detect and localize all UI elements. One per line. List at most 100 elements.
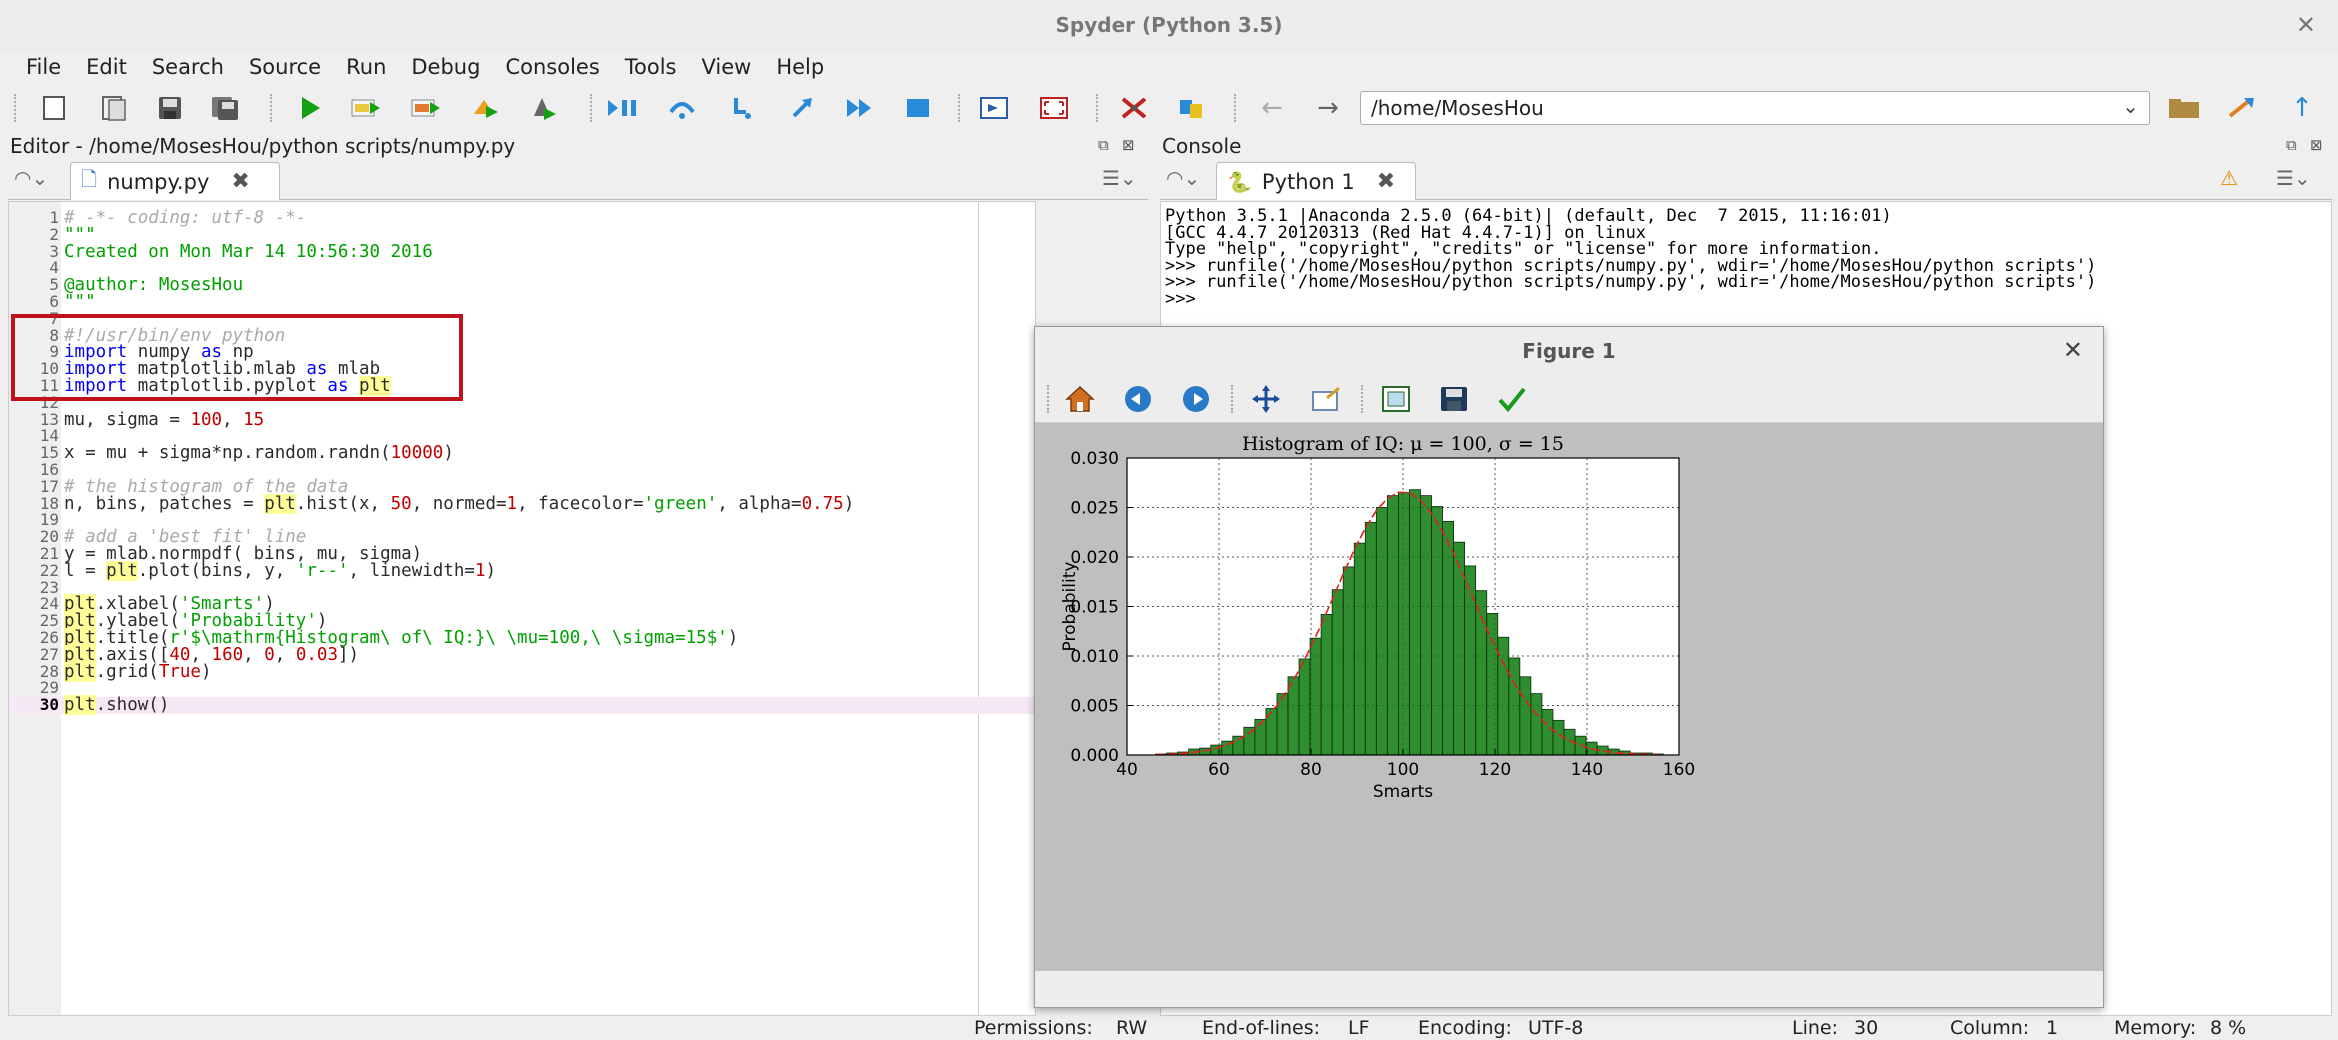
python-icon: 🐍 — [1227, 169, 1252, 194]
menu-view[interactable]: View — [702, 52, 752, 84]
menu-edit[interactable]: Edit — [86, 52, 127, 84]
histogram-bar — [1409, 489, 1421, 756]
set-console-dir-icon[interactable] — [2224, 90, 2260, 126]
permissions-value: RW — [1116, 1017, 1148, 1039]
tab-label: numpy.py — [107, 169, 210, 194]
save-all-icon[interactable] — [208, 90, 244, 126]
code-editor[interactable]: 1 # -*- coding: utf-8 -*- 2 """ 3 Created o… — [8, 201, 1036, 1016]
close-tab-icon[interactable]: ✖ — [1377, 169, 1395, 194]
forward-icon[interactable] — [1179, 383, 1213, 415]
close-icon[interactable]: ✕ — [2063, 336, 2083, 364]
step-into-icon[interactable] — [724, 90, 760, 126]
step-icon[interactable] — [664, 90, 700, 126]
menu-run[interactable]: Run — [346, 52, 386, 84]
figure-window[interactable]: Figure 1 ✕ 40 60 80 100 120 140 160 0.000 0.005 0… — [1034, 326, 2104, 1008]
python-path-icon[interactable] — [1174, 90, 1210, 126]
code-line: 1 # -*- coding: utf-8 -*- — [49, 208, 307, 228]
run-cell-icon[interactable] — [348, 90, 384, 126]
histogram-bar — [1353, 542, 1366, 756]
browse-folder-icon[interactable] — [2166, 90, 2202, 126]
new-file-icon[interactable] — [36, 90, 72, 126]
fullscreen-icon[interactable] — [1036, 90, 1072, 126]
close-pane-icon[interactable]: ⊠ — [2310, 136, 2323, 154]
tab-label: Python 1 — [1261, 169, 1355, 194]
highlight-box — [11, 314, 463, 401]
code-area[interactable]: 1 # -*- coding: utf-8 -*- 2 """ 3 Created o… — [9, 208, 1035, 716]
configure-subplots-icon[interactable] — [1379, 383, 1413, 415]
figure-title-bar[interactable]: Figure 1 ✕ — [1035, 327, 2103, 373]
menu-consoles[interactable]: Consoles — [505, 52, 599, 84]
figure-status-area — [1035, 971, 2103, 1007]
console-output: Python 3.5.1 |Anaconda 2.5.0 (64-bit)| (… — [1165, 208, 2096, 307]
browse-tabs-icon[interactable]: ◠⌄ — [1166, 166, 1200, 190]
histogram-bar — [1298, 658, 1311, 756]
options-menu-icon[interactable]: ☰⌄ — [1102, 166, 1137, 190]
spyder-window: Spyder (Python 3.5) ✕ File Edit Search S… — [0, 0, 2338, 1040]
open-file-icon[interactable] — [96, 90, 132, 126]
toolbar-separator — [1234, 94, 1236, 122]
chart-title: Histogram of IQ: μ = 100, σ = 15 — [1242, 433, 1564, 455]
working-directory-combo[interactable]: /home/MosesHou ⌄ — [1360, 91, 2150, 125]
close-icon[interactable]: ✕ — [2296, 11, 2316, 39]
chevron-down-icon[interactable]: ⌄ — [2122, 94, 2139, 118]
code-line-current: 30 plt.show() — [9, 695, 1035, 716]
back-icon[interactable] — [1121, 383, 1155, 415]
y-tick-label: 0.005 — [1070, 697, 1119, 717]
figure-canvas[interactable]: 40 60 80 100 120 140 160 0.000 0.005 0.010 0.015 0.… — [1035, 423, 2103, 971]
histogram-bar — [1552, 719, 1565, 756]
menu-help[interactable]: Help — [776, 52, 824, 84]
close-pane-icon[interactable]: ⊠ — [1122, 136, 1135, 154]
step-return-icon[interactable] — [784, 90, 820, 126]
toolbar-separator — [1047, 385, 1049, 413]
undock-icon[interactable]: ⧉ — [2286, 136, 2297, 154]
forward-arrow-icon[interactable]: → — [1310, 90, 1346, 126]
histogram-bar — [1442, 520, 1454, 756]
tab-python-1[interactable]: 🐍 Python 1 ✖ — [1216, 162, 1416, 200]
run-icon[interactable] — [292, 90, 328, 126]
preferences-icon[interactable] — [1116, 90, 1152, 126]
continue-icon[interactable] — [842, 90, 878, 126]
stop-debug-icon[interactable] — [900, 90, 936, 126]
encoding-value: UTF-8 — [1528, 1017, 1584, 1039]
y-tick-label: 0.030 — [1070, 449, 1119, 469]
rerun-icon[interactable] — [526, 90, 562, 126]
home-icon[interactable] — [1063, 383, 1097, 415]
save-figure-icon[interactable] — [1437, 383, 1471, 415]
code-line: 15 x = mu + sigma*np.random.randn(10000) — [39, 443, 454, 464]
figure-toolbar — [1035, 373, 2103, 423]
histogram-bar — [1254, 718, 1267, 756]
python-file-icon: 🗋 — [81, 166, 98, 191]
menu-debug[interactable]: Debug — [411, 52, 480, 84]
run-cell-advance-icon[interactable] — [408, 90, 444, 126]
pan-icon[interactable] — [1249, 383, 1283, 415]
toolbar-separator — [590, 94, 592, 122]
debug-icon[interactable] — [606, 90, 642, 126]
browse-tabs-icon[interactable]: ◠⌄ — [14, 166, 48, 190]
warning-icon[interactable]: ⚠ — [2220, 166, 2238, 190]
menu-tools[interactable]: Tools — [625, 52, 677, 84]
close-tab-icon[interactable]: ✖ — [231, 169, 249, 194]
zoom-icon[interactable] — [1309, 383, 1343, 415]
histogram-bar — [1486, 613, 1499, 756]
menu-source[interactable]: Source — [249, 52, 321, 84]
histogram-bar — [1464, 565, 1477, 756]
save-icon[interactable] — [152, 90, 188, 126]
histogram-bar — [1519, 676, 1532, 756]
maximize-pane-icon[interactable] — [976, 90, 1012, 126]
options-menu-icon[interactable]: ☰⌄ — [2276, 166, 2311, 190]
back-arrow-icon[interactable]: ← — [1254, 90, 1290, 126]
x-tick-label: 100 — [1387, 760, 1419, 780]
tab-numpy-py[interactable]: 🗋 numpy.py ✖ — [70, 162, 280, 200]
edit-parameters-icon[interactable] — [1495, 383, 1529, 415]
main-toolbar: ← → /home/MosesHou ⌄ ↑ — [0, 86, 2338, 130]
parent-dir-arrow-icon[interactable]: ↑ — [2284, 90, 2320, 126]
console-prompt[interactable]: >>> — [1165, 290, 2096, 308]
undock-icon[interactable]: ⧉ — [1098, 136, 1109, 154]
run-selection-icon[interactable] — [468, 90, 504, 126]
histogram-bar — [1375, 507, 1388, 756]
eol-value: LF — [1348, 1017, 1370, 1039]
menu-file[interactable]: File — [26, 52, 61, 84]
menu-search[interactable]: Search — [152, 52, 224, 84]
toolbar-separator — [1361, 385, 1363, 413]
console-pane-title: Console — [1162, 134, 1242, 158]
